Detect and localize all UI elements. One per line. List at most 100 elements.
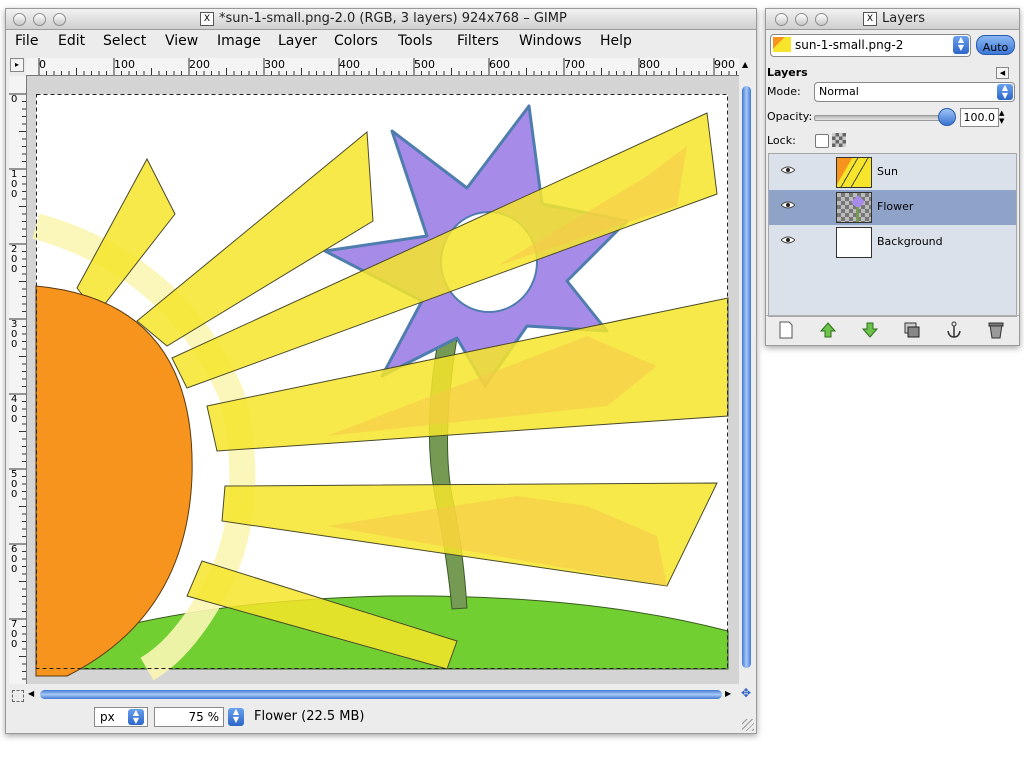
opacity-field[interactable]: 100.0 xyxy=(960,108,999,127)
layer-name-background: Background xyxy=(877,235,943,248)
mode-select-arrows-icon[interactable]: ▲ ▼ xyxy=(997,84,1013,100)
v-ruler-label-200: 2 0 0 xyxy=(11,244,18,275)
zoom-field[interactable]: 75 % xyxy=(154,707,224,727)
delete-layer-icon[interactable] xyxy=(987,321,1005,339)
lock-alpha-checkbox[interactable] xyxy=(815,134,829,148)
h-ruler-label-800: 800 xyxy=(639,58,660,71)
menu-view[interactable]: View xyxy=(165,33,198,49)
eye-icon[interactable] xyxy=(781,236,795,244)
auto-button-label: Auto xyxy=(982,41,1009,54)
layers-window-title: Layers xyxy=(882,11,926,26)
scroll-left-icon[interactable]: ◀ xyxy=(28,689,34,698)
tab-menu-icon[interactable]: ◀ xyxy=(996,67,1009,79)
h-ruler-label-700: 700 xyxy=(564,58,585,71)
navigate-icon[interactable]: ✥ xyxy=(741,687,753,699)
layer-thumb-sun xyxy=(836,157,872,188)
minimize-icon[interactable] xyxy=(33,13,46,26)
menu-file[interactable]: File xyxy=(15,33,38,49)
h-ruler-label-200: 200 xyxy=(189,58,210,71)
image-drawing[interactable] xyxy=(27,76,739,684)
h-ruler-label-500: 500 xyxy=(414,58,435,71)
eye-icon[interactable] xyxy=(781,201,795,209)
horizontal-scrollbar-track[interactable]: ◀ ▶ xyxy=(26,687,739,702)
v-ruler-label-0: 0 xyxy=(11,94,18,105)
mode-select[interactable]: Normal ▲ ▼ xyxy=(814,82,1015,102)
image-select[interactable]: sun-1-small.png-2 ▲ ▼ xyxy=(770,34,971,57)
zoom-value: 75 % xyxy=(188,710,220,724)
v-ruler-label-400: 4 0 0 xyxy=(11,394,18,425)
layers-x11-icon: X xyxy=(863,12,877,26)
status-layer-info: Flower (22.5 MB) xyxy=(254,709,365,724)
layer-name-sun: Sun xyxy=(877,165,898,178)
lower-layer-icon[interactable] xyxy=(861,321,879,339)
layers-window-titlebar[interactable]: X Layers xyxy=(766,9,1019,30)
h-ruler-label-400: 400 xyxy=(339,58,360,71)
zoom-select-arrows-icon[interactable]: ▲ ▼ xyxy=(228,708,244,726)
menu-layer[interactable]: Layer xyxy=(278,33,317,49)
h-ruler-label-300: 300 xyxy=(264,58,285,71)
window-title: *sun-1-small.png-2.0 (RGB, 3 layers) 924… xyxy=(219,11,567,26)
menu-colors[interactable]: Colors xyxy=(334,33,378,49)
image-select-arrows-icon[interactable]: ▲ ▼ xyxy=(953,36,969,54)
duplicate-layer-icon[interactable] xyxy=(903,321,921,339)
image-canvas[interactable] xyxy=(27,76,739,684)
horizontal-scrollbar-thumb[interactable] xyxy=(40,690,722,699)
menu-select[interactable]: Select xyxy=(103,33,146,49)
zoom-icon[interactable] xyxy=(53,13,66,26)
h-ruler-label-0: 0 xyxy=(39,58,46,71)
layer-thumb-background xyxy=(836,227,872,258)
scroll-right-icon[interactable]: ▶ xyxy=(725,689,731,698)
raise-layer-icon[interactable] xyxy=(819,321,837,339)
unit-select-arrows-icon[interactable]: ▲ ▼ xyxy=(128,709,144,725)
image-select-value: sun-1-small.png-2 xyxy=(795,38,904,52)
vertical-ruler-ticks xyxy=(9,93,26,680)
close-icon[interactable] xyxy=(13,13,26,26)
new-layer-icon[interactable] xyxy=(777,321,795,339)
flower-thumb-stem xyxy=(856,207,859,222)
vertical-scrollbar-track[interactable]: ▲ xyxy=(739,58,754,685)
layers-close-icon[interactable] xyxy=(775,13,788,26)
lock-label: Lock: xyxy=(767,134,796,147)
layers-zoom-icon[interactable] xyxy=(815,13,828,26)
v-ruler-label-300: 3 0 0 xyxy=(11,319,18,350)
auto-button[interactable]: Auto xyxy=(976,35,1015,55)
h-ruler-label-600: 600 xyxy=(489,58,510,71)
layer-list: Sun Flower Background xyxy=(768,153,1017,317)
v-ruler-label-700: 7 0 0 xyxy=(11,619,18,650)
menu-help[interactable]: Help xyxy=(600,33,632,49)
menubar: File Edit Select View Image Layer Colors… xyxy=(6,30,756,52)
menu-tools[interactable]: Tools xyxy=(398,33,433,49)
mode-value: Normal xyxy=(819,85,859,98)
menu-filters[interactable]: Filters xyxy=(457,33,499,49)
quickmask-icon[interactable] xyxy=(12,690,24,702)
layer-button-bar xyxy=(766,315,1019,345)
v-ruler-label-100: 1 0 0 xyxy=(11,169,18,200)
h-ruler-label-100: 100 xyxy=(114,58,135,71)
scroll-up-icon[interactable]: ▲ xyxy=(742,60,748,69)
eye-icon[interactable] xyxy=(781,166,795,174)
layer-row-background[interactable]: Background xyxy=(769,225,1016,260)
menu-windows[interactable]: Windows xyxy=(519,33,582,49)
anchor-layer-icon[interactable] xyxy=(945,321,963,339)
opacity-value: 100.0 xyxy=(963,111,996,124)
vertical-scrollbar-thumb[interactable] xyxy=(742,86,751,668)
mode-label: Mode: xyxy=(767,85,801,98)
opacity-spin-icon[interactable]: ▲ ▼ xyxy=(999,109,1008,125)
menu-image[interactable]: Image xyxy=(217,33,261,49)
opacity-slider-thumb[interactable] xyxy=(938,108,956,126)
opacity-slider-track[interactable] xyxy=(814,115,954,121)
image-window-titlebar[interactable]: X *sun-1-small.png-2.0 (RGB, 3 layers) 9… xyxy=(6,9,756,30)
ruler-corner-menu-button[interactable]: ▸ xyxy=(10,58,24,72)
layers-minimize-icon[interactable] xyxy=(795,13,808,26)
layer-name-flower: Flower xyxy=(877,200,914,213)
layer-row-sun[interactable]: Sun xyxy=(769,155,1016,190)
layers-section-label: Layers xyxy=(767,66,808,79)
resize-grip[interactable] xyxy=(742,719,754,731)
layer-thumb-flower xyxy=(836,192,872,223)
h-ruler-label-900: 900 xyxy=(714,58,735,71)
layer-row-flower[interactable]: Flower xyxy=(769,190,1016,225)
layers-window: X Layers sun-1-small.png-2 ▲ ▼ Auto Layer… xyxy=(765,8,1020,346)
image-thumb-icon xyxy=(773,37,791,52)
unit-select[interactable]: px ▲ ▼ xyxy=(94,707,148,727)
menu-edit[interactable]: Edit xyxy=(58,33,85,49)
